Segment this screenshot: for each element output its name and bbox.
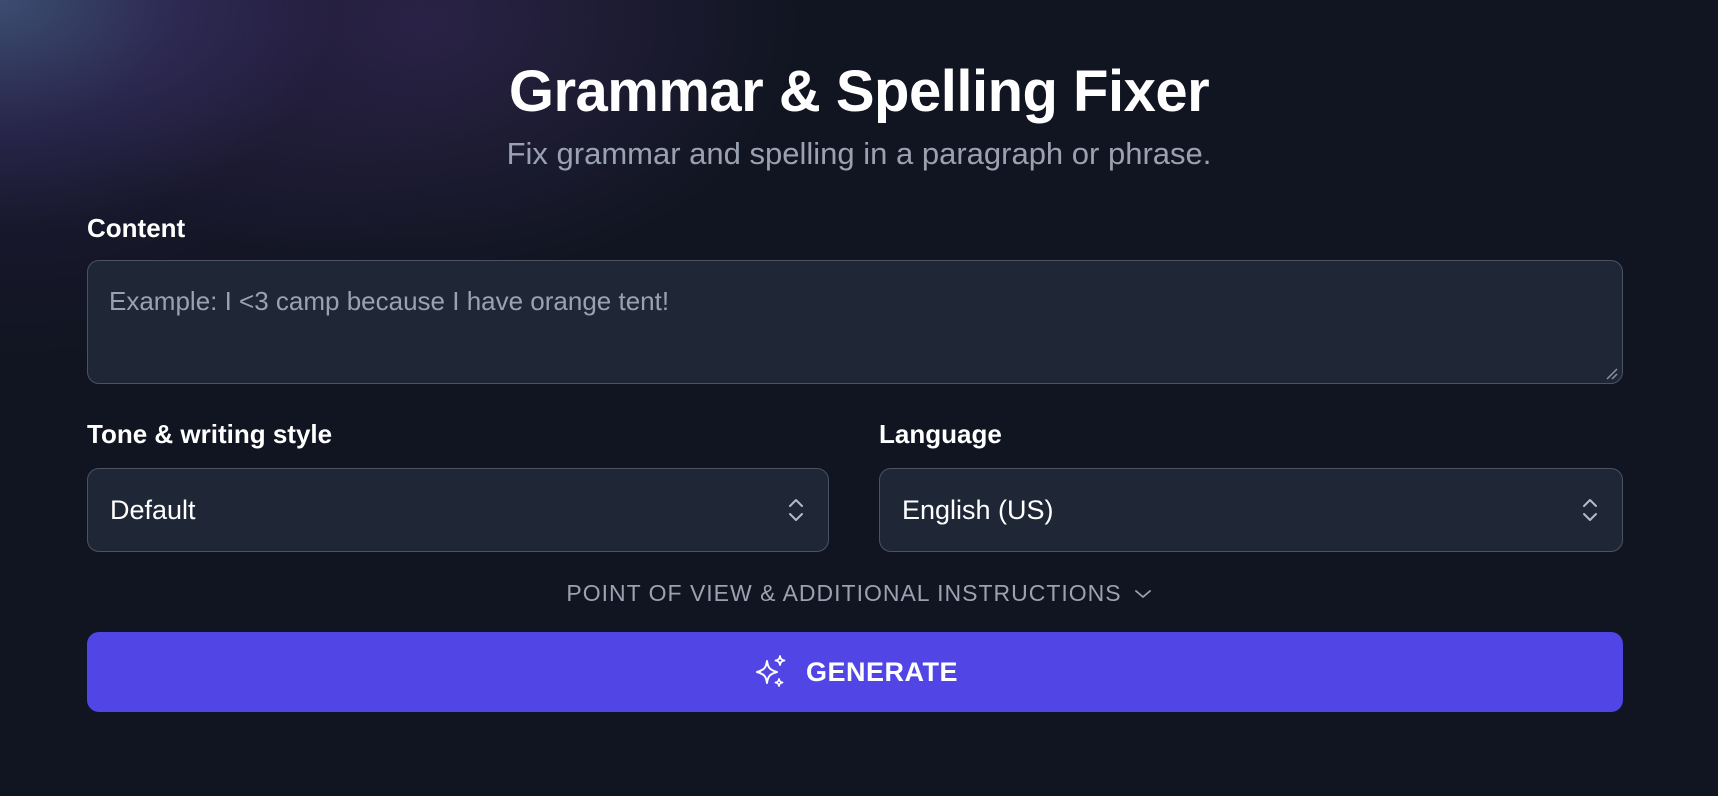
tone-select-value: Default bbox=[110, 494, 196, 525]
page-subtitle: Fix grammar and spelling in a paragraph … bbox=[506, 136, 1212, 171]
resize-grip-icon[interactable] bbox=[1604, 366, 1618, 380]
generate-button-label: GENERATE bbox=[805, 656, 958, 687]
tone-select[interactable]: Default bbox=[87, 468, 829, 552]
sparkles-icon bbox=[755, 655, 786, 687]
language-select[interactable]: English (US) bbox=[879, 468, 1623, 552]
language-label: Language bbox=[879, 419, 1002, 449]
updown-chevron-icon bbox=[1583, 499, 1597, 521]
page-title: Grammar & Spelling Fixer bbox=[508, 59, 1210, 124]
tone-label: Tone & writing style bbox=[87, 419, 333, 449]
chevron-down-icon bbox=[1134, 589, 1151, 598]
additional-instructions-toggle[interactable]: POINT OF VIEW & ADDITIONAL INSTRUCTIONS bbox=[0, 580, 1718, 607]
language-select-value: English (US) bbox=[902, 494, 1054, 525]
generate-button[interactable]: GENERATE bbox=[87, 632, 1623, 712]
updown-chevron-icon bbox=[789, 499, 803, 521]
content-textarea[interactable] bbox=[87, 260, 1623, 384]
additional-instructions-label: POINT OF VIEW & ADDITIONAL INSTRUCTIONS bbox=[566, 580, 1122, 606]
content-label: Content bbox=[87, 213, 186, 243]
page: Grammar & Spelling Fixer Fix grammar and… bbox=[0, 0, 1718, 796]
